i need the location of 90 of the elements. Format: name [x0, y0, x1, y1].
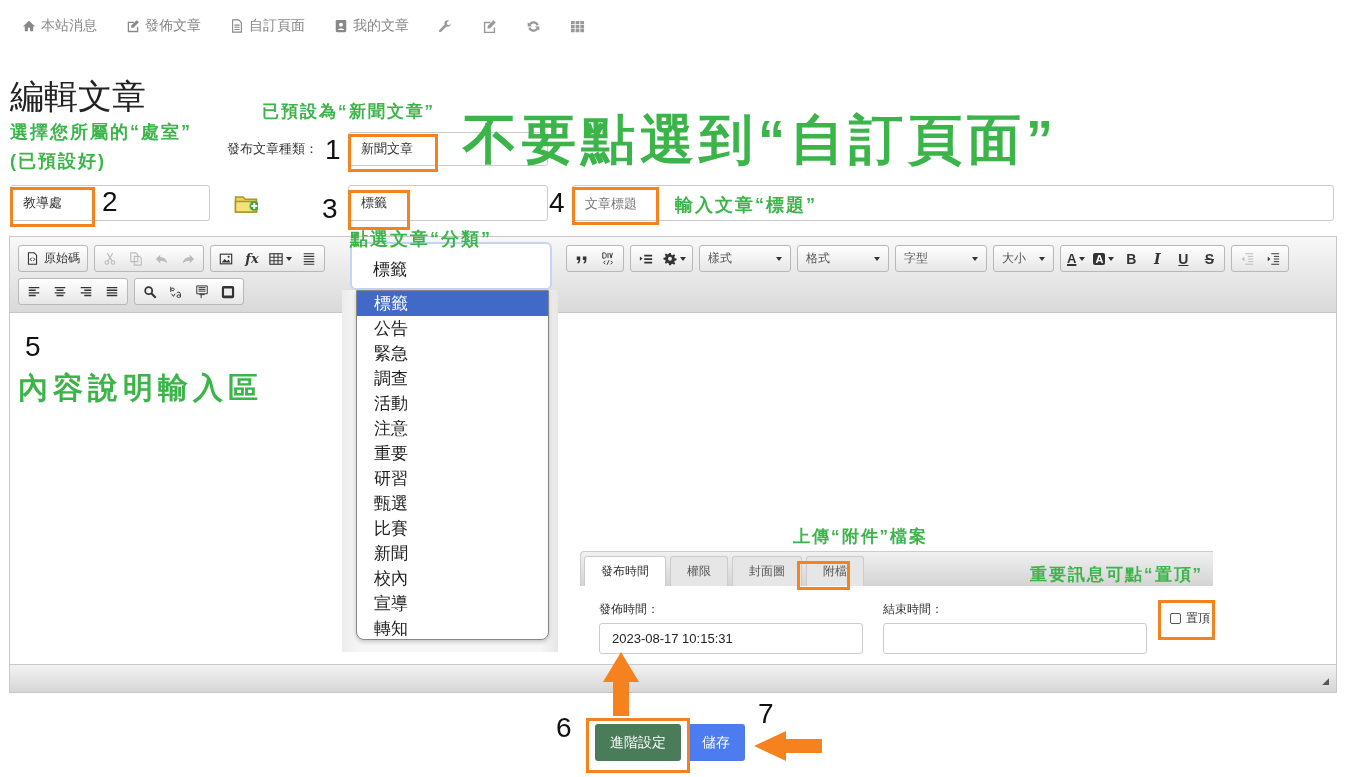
nav-link[interactable]: 發佈文章	[126, 17, 201, 35]
div-icon	[601, 251, 615, 266]
step-number: 5	[25, 331, 41, 364]
field-label: 發布文章種類：	[227, 140, 318, 158]
edit-icon	[126, 19, 140, 33]
page-title: 編輯文章	[10, 76, 146, 116]
dropdown-option[interactable]: 注意	[357, 416, 548, 441]
dropdown-option[interactable]: 緊急	[357, 341, 548, 366]
outdent-icon	[1240, 251, 1255, 266]
align-right-icon	[79, 284, 93, 299]
dropdown-option[interactable]: 標籤	[357, 291, 548, 316]
cut-icon	[103, 251, 117, 266]
step-number: 3	[322, 193, 338, 226]
dropdown-option[interactable]: 研習	[357, 466, 548, 491]
annotation-note: 輸入文章“標題”	[675, 195, 817, 216]
dropdown-option[interactable]: 重要	[357, 441, 548, 466]
annotation-note: 已預設為“新聞文章”	[262, 102, 435, 122]
highlight-frame	[797, 561, 850, 590]
step-number: 2	[102, 186, 118, 219]
end-time-field[interactable]	[883, 623, 1147, 654]
up-arrow	[603, 652, 639, 716]
bold-button[interactable]: B	[1119, 248, 1144, 269]
dropdown-option[interactable]: 甄選	[357, 491, 548, 516]
source-button[interactable]: 原始碼	[22, 248, 84, 269]
justify-icon	[105, 284, 119, 299]
italic-button[interactable]: I	[1145, 248, 1170, 269]
document-icon	[230, 19, 244, 33]
advanced-settings-button[interactable]: 進階設定	[595, 724, 681, 761]
field-label: 發佈時間：	[599, 601, 660, 618]
dropdown-option[interactable]: 轉知	[357, 616, 548, 639]
wrench-icon[interactable]	[438, 18, 453, 34]
settings-tab[interactable]: 權限	[670, 556, 728, 586]
nav-link[interactable]: 自訂頁面	[230, 17, 305, 35]
field-label: 結束時間：	[883, 601, 944, 618]
annotation-note: 上傳“附件”檔案	[793, 527, 928, 547]
step-number: 4	[549, 187, 565, 220]
annotation-headline: 內容說明輸入區	[18, 371, 263, 406]
maximize-icon	[221, 284, 235, 299]
font-dropdown[interactable]: 字型	[896, 248, 986, 269]
step-number: 1	[325, 134, 341, 167]
size-dropdown[interactable]: 大小	[994, 248, 1053, 269]
annotation-note: (已預設好)	[10, 151, 106, 172]
category-select[interactable]: 標籤	[348, 185, 548, 221]
align-left-icon	[27, 284, 41, 299]
refresh-icon[interactable]	[526, 18, 541, 34]
step-number: 6	[556, 712, 572, 745]
dropdown-option[interactable]: 新聞	[357, 541, 548, 566]
publish-time-field[interactable]: 2023-08-17 10:15:31	[599, 623, 863, 654]
search-icon	[143, 284, 157, 299]
settings-tab[interactable]: 發布時間	[584, 556, 666, 586]
select-all-icon	[195, 284, 209, 299]
annotation-note: 重要訊息可點“置頂”	[1030, 565, 1203, 585]
highlight-frame	[348, 190, 410, 230]
contact-book-icon	[334, 19, 348, 33]
format-dropdown[interactable]: 格式	[798, 248, 888, 269]
strikethrough-button[interactable]: S	[1197, 248, 1222, 269]
dropdown-option[interactable]: 比賽	[357, 516, 548, 541]
text-color-button[interactable]: A	[1064, 248, 1089, 269]
image-icon	[219, 251, 233, 266]
underline-button[interactable]: U	[1171, 248, 1196, 269]
grid-icon[interactable]	[570, 18, 585, 34]
dropdown-option[interactable]: 調查	[357, 366, 548, 391]
indent-icon	[1266, 251, 1281, 266]
nav-link[interactable]: 我的文章	[334, 17, 409, 35]
horizontal-line-icon	[302, 251, 316, 266]
dropdown-option[interactable]: 校內	[357, 566, 548, 591]
save-button[interactable]: 儲存	[687, 724, 745, 761]
dropdown-option[interactable]: 活動	[357, 391, 548, 416]
table-icon	[269, 251, 283, 266]
settings-tab[interactable]: 附檔	[806, 556, 864, 586]
highlight-frame	[1158, 600, 1215, 640]
annotation-note: 選擇您所屬的“處室”	[10, 122, 192, 143]
settings-icon	[663, 251, 677, 266]
resize-grip-icon	[1320, 676, 1332, 688]
dropdown-option[interactable]: 宣導	[357, 591, 548, 616]
settings-tab[interactable]: 封面圖	[732, 556, 802, 586]
align-center-icon	[53, 284, 67, 299]
left-arrow	[754, 731, 822, 761]
replace-icon	[169, 284, 183, 299]
copy-icon	[129, 251, 143, 266]
home-icon	[22, 19, 36, 33]
background-color-button[interactable]: A	[1090, 248, 1118, 269]
checkbox[interactable]	[1170, 613, 1181, 624]
style-dropdown[interactable]: 樣式	[700, 248, 790, 269]
nav-link[interactable]: 本站消息	[22, 17, 97, 35]
edit-icon[interactable]	[482, 18, 497, 34]
formula-button[interactable]: fx	[240, 248, 264, 269]
source-code-icon	[26, 252, 39, 265]
step-number: 7	[758, 698, 774, 731]
dropdown-option[interactable]: 公告	[357, 316, 548, 341]
